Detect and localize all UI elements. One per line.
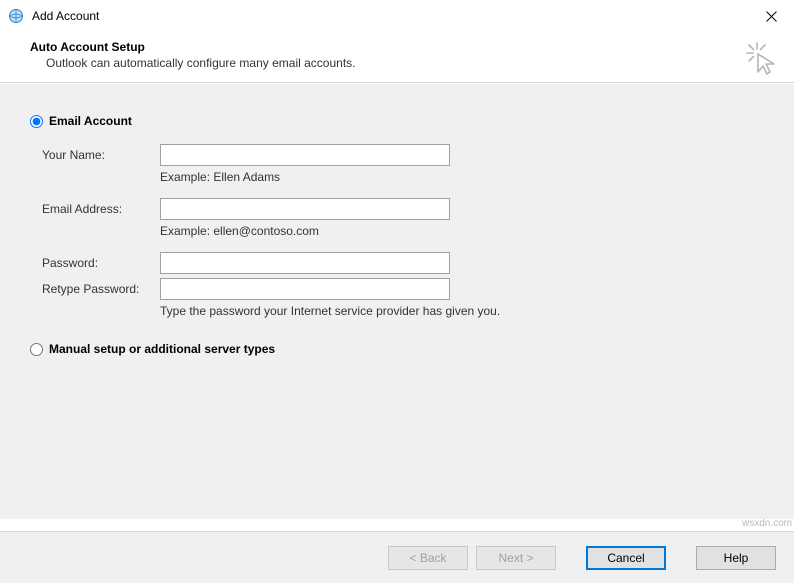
retype-password-label: Retype Password: — [42, 282, 160, 296]
email-account-option[interactable]: Email Account — [30, 114, 764, 128]
email-label: Email Address: — [42, 202, 160, 216]
your-name-input[interactable] — [160, 144, 450, 166]
wizard-footer: < Back Next > Cancel Help — [0, 531, 794, 583]
email-account-radio[interactable] — [30, 115, 43, 128]
retype-password-input[interactable] — [160, 278, 450, 300]
password-label: Password: — [42, 256, 160, 270]
your-name-label: Your Name: — [42, 148, 160, 162]
titlebar: Add Account — [0, 0, 794, 32]
manual-setup-radio[interactable] — [30, 343, 43, 356]
next-button: Next > — [476, 546, 556, 570]
wizard-body: Email Account Your Name: Example: Ellen … — [0, 83, 794, 519]
cancel-button[interactable]: Cancel — [586, 546, 666, 570]
outlook-icon — [8, 8, 24, 24]
email-hint: Example: ellen@contoso.com — [160, 224, 764, 238]
your-name-hint: Example: Ellen Adams — [160, 170, 764, 184]
header-heading: Auto Account Setup — [30, 40, 764, 54]
email-account-label[interactable]: Email Account — [49, 114, 132, 128]
help-button[interactable]: Help — [696, 546, 776, 570]
cursor-click-icon — [744, 40, 780, 79]
watermark-text: wsxdn.com — [742, 518, 792, 529]
password-hint: Type the password your Internet service … — [160, 304, 764, 318]
account-form: Your Name: Example: Ellen Adams Email Ad… — [42, 144, 764, 318]
password-input[interactable] — [160, 252, 450, 274]
manual-setup-label[interactable]: Manual setup or additional server types — [49, 342, 275, 356]
email-input[interactable] — [160, 198, 450, 220]
close-button[interactable] — [758, 6, 784, 26]
wizard-header: Auto Account Setup Outlook can automatic… — [0, 32, 794, 83]
back-button: < Back — [388, 546, 468, 570]
window-title: Add Account — [32, 9, 758, 23]
header-subtext: Outlook can automatically configure many… — [30, 56, 764, 70]
manual-setup-option[interactable]: Manual setup or additional server types — [30, 342, 764, 356]
